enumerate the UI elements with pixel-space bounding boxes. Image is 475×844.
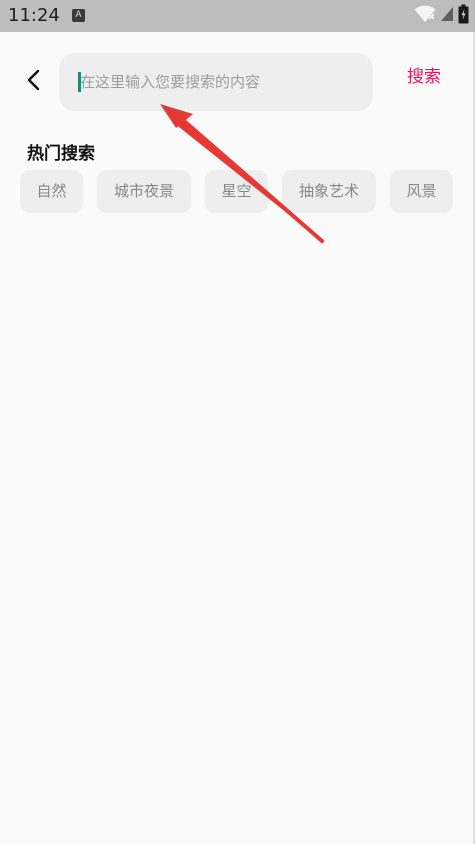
annotation-arrow	[160, 104, 324, 243]
status-bar: 11:24 A	[0, 0, 475, 32]
search-box[interactable]	[59, 53, 373, 111]
signal-icon	[440, 6, 454, 26]
search-button[interactable]: 搜索	[398, 62, 450, 92]
hot-search-tag[interactable]: 城市夜景	[97, 170, 191, 213]
battery-icon	[458, 4, 469, 28]
wifi-icon	[414, 5, 436, 27]
notification-icon: A	[72, 9, 85, 22]
back-button[interactable]	[16, 64, 52, 100]
hot-search-tag[interactable]: 风景	[390, 170, 453, 213]
hot-search-tag[interactable]: 抽象艺术	[282, 170, 376, 213]
chevron-left-icon	[24, 68, 44, 96]
status-time: 11:24	[8, 5, 60, 26]
status-icons	[414, 4, 469, 28]
hot-search-tag[interactable]: 自然	[20, 170, 83, 213]
search-input[interactable]	[80, 67, 360, 97]
hot-search-title: 热门搜索	[27, 144, 95, 164]
search-screen: 11:24 A 在这里输入您要搜索的内容 搜索 热门搜索 自然 城市夜景 星空 …	[0, 0, 475, 844]
hot-search-tag[interactable]: 星空	[205, 170, 268, 213]
